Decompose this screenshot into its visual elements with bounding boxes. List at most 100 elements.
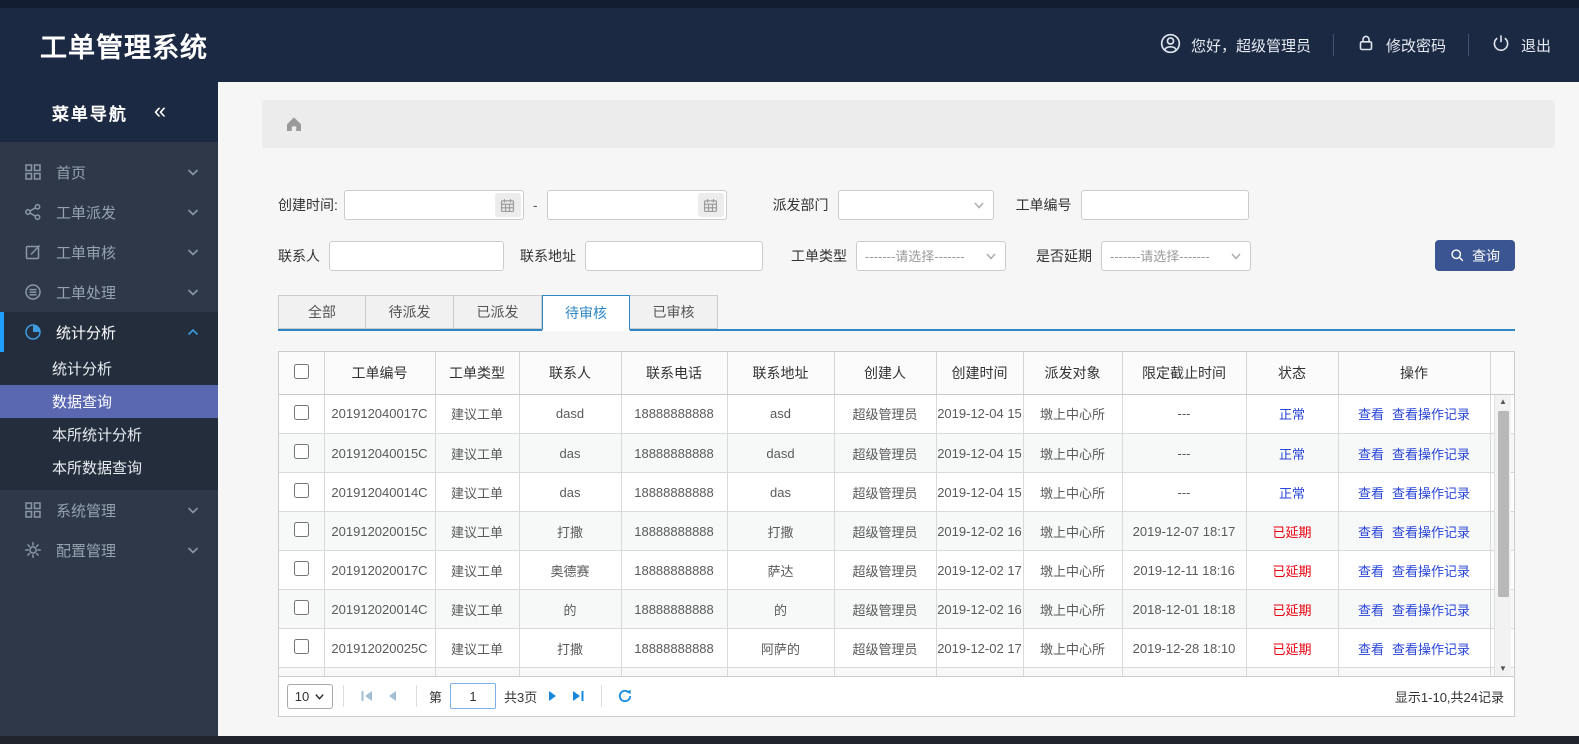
topbar-right: 您好，超级管理员 修改密码 退出 <box>1160 33 1551 58</box>
row-checkbox[interactable] <box>293 639 309 654</box>
chevron-down-icon <box>187 507 199 514</box>
row-checkbox[interactable] <box>293 444 309 459</box>
cell-order-type: 建议工单 <box>435 394 520 434</box>
home-icon[interactable] <box>284 114 304 134</box>
chevron-up-icon <box>187 328 199 336</box>
sidebar-item-statistics[interactable]: 统计分析 <box>0 312 218 352</box>
cell-phone: 18888888888 <box>621 433 728 473</box>
greeting-text: 您好，超级管理员 <box>1190 37 1311 55</box>
view-link[interactable]: 查看 <box>1358 525 1384 540</box>
sidebar-item-dispatch[interactable]: 工单派发 <box>0 192 218 232</box>
row-checkbox[interactable] <box>293 522 309 537</box>
cell-created: 2019-12-02 16 <box>936 589 1024 629</box>
sidebar-subitem-statistics[interactable]: 统计分析 <box>0 352 218 385</box>
cell-order-type <box>435 667 520 676</box>
sidebar-item-process[interactable]: 工单处理 <box>0 272 218 312</box>
change-password-button[interactable]: 修改密码 <box>1356 33 1446 57</box>
view-log-link[interactable]: 查看操作记录 <box>1392 525 1470 540</box>
next-page-button[interactable] <box>539 683 565 709</box>
address-input[interactable] <box>585 240 763 271</box>
user-greeting[interactable]: 您好，超级管理员 <box>1160 33 1311 58</box>
calendar-icon[interactable] <box>697 193 724 217</box>
view-link[interactable]: 查看 <box>1358 603 1384 618</box>
search-button[interactable]: 查询 <box>1435 240 1515 271</box>
view-link[interactable]: 查看 <box>1358 486 1384 501</box>
col-creator: 创建人 <box>834 352 937 395</box>
logout-button[interactable]: 退出 <box>1491 33 1551 57</box>
select-all-checkbox[interactable] <box>293 363 309 379</box>
cell-deadline: --- <box>1122 433 1247 473</box>
first-page-button[interactable] <box>354 683 380 709</box>
table-scrollbar[interactable]: ▲ ▼ <box>1494 394 1511 676</box>
col-phone: 联系电话 <box>621 352 728 395</box>
tab-pending-dispatch[interactable]: 待派发 <box>366 295 454 329</box>
cell-actions: 查看查看操作记录 <box>1338 550 1491 590</box>
view-link[interactable]: 查看 <box>1358 407 1384 422</box>
page-size-value: 10 <box>294 688 310 704</box>
refresh-button[interactable] <box>612 683 638 709</box>
col-status: 状态 <box>1246 352 1339 395</box>
col-created: 创建时间 <box>936 352 1024 395</box>
table-row: 201912040014C 建议工单 das 18888888888 das 超… <box>279 472 1514 512</box>
divider <box>601 685 603 707</box>
order-no-input[interactable] <box>1080 190 1249 220</box>
view-link[interactable]: 查看 <box>1358 642 1384 657</box>
record-summary: 显示1-10,共24记录 <box>1394 689 1504 705</box>
view-log-link[interactable]: 查看操作记录 <box>1392 564 1470 579</box>
view-log-link[interactable]: 查看操作记录 <box>1392 642 1470 657</box>
view-link[interactable]: 查看 <box>1358 564 1384 579</box>
cell-target: 墩上中心所 <box>1023 472 1123 512</box>
prev-page-button[interactable] <box>380 683 406 709</box>
view-log-link[interactable]: 查看操作记录 <box>1392 447 1470 462</box>
sidebar-subitem-local-statistics[interactable]: 本所统计分析 <box>0 418 218 451</box>
tab-pending-review[interactable]: 待审核 <box>542 295 630 331</box>
scroll-down-icon[interactable]: ▼ <box>1495 662 1511 676</box>
cell-order-type: 建议工单 <box>435 511 520 551</box>
sidebar-item-config[interactable]: 配置管理 <box>0 530 218 570</box>
sidebar-item-system[interactable]: 系统管理 <box>0 490 218 530</box>
view-log-link[interactable]: 查看操作记录 <box>1392 407 1470 422</box>
page-prefix: 第 <box>429 689 443 705</box>
view-link[interactable]: 查看 <box>1358 447 1384 462</box>
subitem-label: 本所数据查询 <box>52 460 143 477</box>
sidebar-item-home[interactable]: 首页 <box>0 152 218 192</box>
tab-dispatched[interactable]: 已派发 <box>454 295 542 329</box>
last-page-button[interactable] <box>565 683 591 709</box>
page-size-select[interactable]: 10 <box>287 683 333 709</box>
create-time-start-field <box>343 190 524 220</box>
cell-status: 已延期 <box>1246 628 1339 668</box>
status-badge: 正常 <box>1278 485 1305 501</box>
top-bar: 工单管理系统 您好，超级管理员 修改密码 退出 <box>0 0 1579 82</box>
scroll-up-icon[interactable]: ▲ <box>1495 395 1511 409</box>
tab-reviewed[interactable]: 已审核 <box>630 295 718 329</box>
sidebar-subitem-local-data-query[interactable]: 本所数据查询 <box>0 451 218 484</box>
view-log-link[interactable]: 查看操作记录 <box>1392 603 1470 618</box>
page-number-input[interactable] <box>450 683 497 709</box>
delay-select[interactable]: -------请选择------- <box>1101 240 1251 271</box>
scrollbar-thumb[interactable] <box>1498 410 1509 597</box>
row-checkbox[interactable] <box>293 483 309 498</box>
sidebar-item-review[interactable]: 工单审核 <box>0 232 218 272</box>
cell-created: 2019-12-04 15 <box>936 394 1024 434</box>
dispatch-dept-select[interactable] <box>837 190 994 220</box>
cell-target: 墩上中心所 <box>1023 511 1123 551</box>
cell-created: 2019-12-02 17 <box>936 628 1024 668</box>
pagination-bar: 10 第 共3页 显示1-10,共24 <box>279 675 1514 716</box>
contact-input[interactable] <box>329 240 504 271</box>
row-select-cell <box>279 472 325 512</box>
sidebar-subitem-data-query[interactable]: 数据查询 <box>0 385 218 418</box>
order-type-select[interactable]: -------请选择------- <box>856 240 1006 271</box>
cell-created: 2019-12-02 17 <box>936 550 1024 590</box>
row-checkbox[interactable] <box>293 561 309 576</box>
calendar-icon[interactable] <box>494 193 521 217</box>
cell-phone: 18888888888 <box>621 394 728 434</box>
table-row: 查看查看操作记录 <box>279 667 1514 676</box>
cell-address: dasd <box>727 433 835 473</box>
sidebar-collapse-icon[interactable]: « <box>154 100 166 122</box>
row-checkbox[interactable] <box>293 600 309 615</box>
cell-contact: 奥德赛 <box>519 550 622 590</box>
view-log-link[interactable]: 查看操作记录 <box>1392 486 1470 501</box>
tab-all[interactable]: 全部 <box>278 295 366 329</box>
row-checkbox[interactable] <box>293 404 309 420</box>
cell-deadline: 2018-12-01 18:18 <box>1122 589 1247 629</box>
